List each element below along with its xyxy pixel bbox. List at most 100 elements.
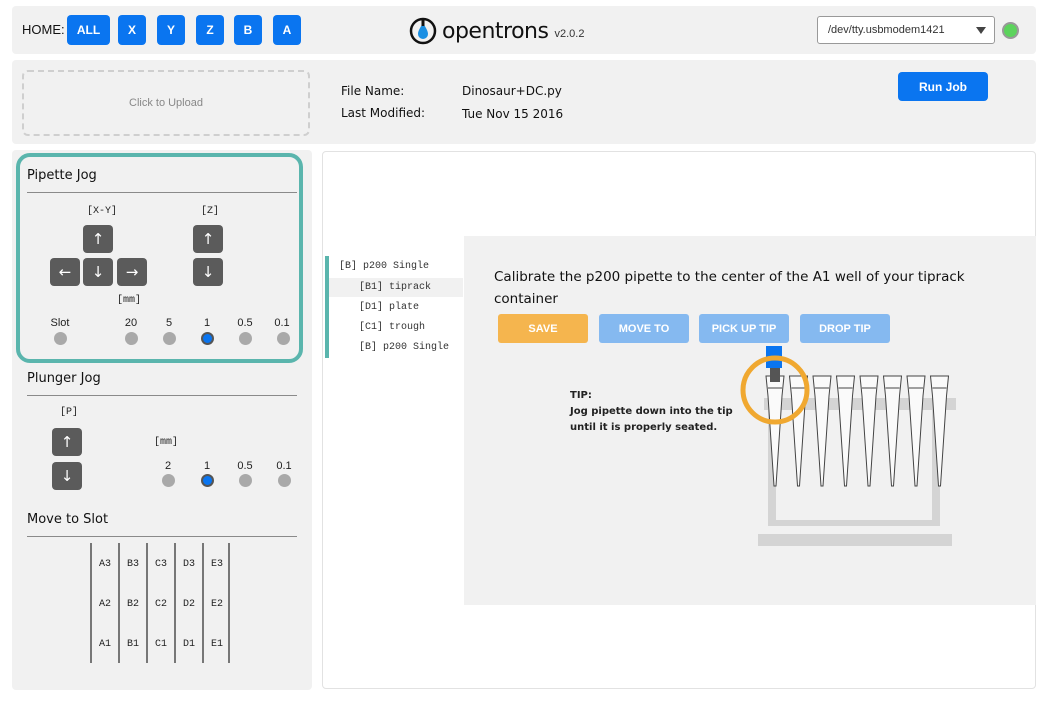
home-a-button[interactable]: A bbox=[273, 15, 301, 45]
jog-z-up-button[interactable]: ↑ bbox=[193, 225, 223, 253]
upload-label: Click to Upload bbox=[129, 97, 203, 109]
file-name-value: Dinosaur+DC.py bbox=[462, 84, 562, 98]
pipette-tip bbox=[882, 375, 903, 487]
nav-item-pipette[interactable]: [B] p200 Single bbox=[339, 261, 429, 272]
move-to-button[interactable]: MOVE TO bbox=[599, 314, 689, 343]
xy-label: [X-Y] bbox=[87, 206, 118, 217]
plunger-mm-label: [mm] bbox=[154, 437, 179, 448]
slot-b1[interactable]: B1 bbox=[120, 639, 146, 650]
home-all-button[interactable]: ALL bbox=[67, 15, 110, 45]
save-button[interactable]: SAVE bbox=[498, 314, 588, 343]
home-b-button[interactable]: B bbox=[234, 15, 262, 45]
jog-panel: Pipette Jog [X-Y] [Z] ↑ ← ↓ → ↑ ↓ [mm] S… bbox=[12, 150, 312, 690]
step-label-0.5: 0.5 bbox=[237, 317, 253, 329]
jog-y-up-button[interactable]: ↑ bbox=[83, 225, 113, 253]
port-select[interactable]: /dev/tty.usbmodem1421 bbox=[817, 16, 995, 44]
tiprack-base bbox=[758, 534, 952, 546]
calibration-instructions: Calibrate the p200 pipette to the center… bbox=[494, 269, 965, 307]
plunger-step-label-1: 1 bbox=[203, 460, 211, 472]
plunger-radio-2[interactable] bbox=[162, 474, 175, 487]
tips-row bbox=[765, 375, 950, 487]
divider bbox=[27, 192, 297, 193]
tip-line-2: until it is properly seated. bbox=[570, 422, 718, 433]
jog-x-right-button[interactable]: → bbox=[117, 258, 147, 286]
plunger-step-label-0.5: 0.5 bbox=[237, 460, 253, 472]
last-modified-label: Last Modified: bbox=[341, 106, 426, 120]
upload-bar: Click to Upload File Name: Dinosaur+DC.p… bbox=[12, 60, 1036, 144]
slot-a1[interactable]: A1 bbox=[92, 639, 118, 650]
slot-column-d: D3 D2 D1 bbox=[174, 543, 202, 663]
divider bbox=[27, 536, 297, 537]
tip-hint: TIP: Jog pipette down into the tip until… bbox=[570, 388, 733, 436]
plunger-step-label-0.1: 0.1 bbox=[276, 460, 292, 472]
slot-d2[interactable]: D2 bbox=[176, 599, 202, 610]
nav-indicator-bar bbox=[325, 256, 329, 358]
p-label: [P] bbox=[60, 407, 79, 418]
file-name-label: File Name: bbox=[341, 84, 405, 98]
step-radio-0.5[interactable] bbox=[239, 332, 252, 345]
home-label: HOME: bbox=[22, 22, 65, 37]
jog-z-down-button[interactable]: ↓ bbox=[193, 258, 223, 286]
slot-d3[interactable]: D3 bbox=[176, 559, 202, 570]
plunger-up-button[interactable]: ↑ bbox=[52, 428, 82, 456]
plunger-radio-0.5[interactable] bbox=[239, 474, 252, 487]
slot-step-label: Slot bbox=[50, 317, 70, 329]
step-radio-5[interactable] bbox=[163, 332, 176, 345]
opentrons-logo: opentrons v2.0.2 bbox=[408, 16, 584, 46]
slot-e2[interactable]: E2 bbox=[204, 599, 230, 610]
tip-line-1: Jog pipette down into the tip bbox=[570, 406, 733, 417]
tiprack-illustration bbox=[740, 346, 956, 546]
plunger-radio-1[interactable] bbox=[201, 474, 214, 487]
port-value: /dev/tty.usbmodem1421 bbox=[828, 24, 945, 36]
home-z-button[interactable]: Z bbox=[196, 15, 224, 45]
nav-item-trough[interactable]: [C1] trough bbox=[359, 322, 425, 333]
plunger-down-button[interactable]: ↓ bbox=[52, 462, 82, 490]
chevron-down-icon bbox=[976, 27, 986, 34]
slot-c1[interactable]: C1 bbox=[148, 639, 174, 650]
home-y-button[interactable]: Y bbox=[157, 15, 185, 45]
mm-label: [mm] bbox=[117, 295, 142, 306]
step-radio-1[interactable] bbox=[201, 332, 214, 345]
calibration-content: Calibrate the p200 pipette to the center… bbox=[464, 236, 1036, 605]
pipette-jog-title: Pipette Jog bbox=[27, 168, 97, 183]
slot-column-a: A3 A2 A1 bbox=[90, 543, 118, 663]
plunger-jog-title: Plunger Jog bbox=[27, 371, 101, 386]
slot-e1[interactable]: E1 bbox=[204, 639, 230, 650]
slot-column-c: C3 C2 C1 bbox=[146, 543, 174, 663]
step-label-20: 20 bbox=[124, 317, 138, 329]
slot-c2[interactable]: C2 bbox=[148, 599, 174, 610]
calibration-panel: [B] p200 Single [B1] tiprack [D1] plate … bbox=[322, 151, 1036, 689]
logo-drop-icon bbox=[409, 17, 437, 45]
nav-item-pipette-2[interactable]: [B] p200 Single bbox=[359, 342, 449, 353]
divider bbox=[27, 395, 297, 396]
slot-column-e: E3 E2 E1 bbox=[202, 543, 230, 663]
plunger-radio-0.1[interactable] bbox=[278, 474, 291, 487]
slot-a2[interactable]: A2 bbox=[92, 599, 118, 610]
nav-item-plate[interactable]: [D1] plate bbox=[359, 302, 419, 313]
nav-item-tiprack[interactable]: [B1] tiprack bbox=[359, 282, 431, 293]
slot-b2[interactable]: B2 bbox=[120, 599, 146, 610]
last-modified-value: Tue Nov 15 2016 bbox=[462, 107, 564, 121]
step-radio-0.1[interactable] bbox=[277, 332, 290, 345]
step-radio-20[interactable] bbox=[125, 332, 138, 345]
logo-text: opentrons bbox=[442, 18, 549, 44]
step-radio-slot[interactable] bbox=[54, 332, 67, 345]
move-to-slot-title: Move to Slot bbox=[27, 512, 109, 527]
drop-tip-button[interactable]: DROP TIP bbox=[800, 314, 890, 343]
slot-d1[interactable]: D1 bbox=[176, 639, 202, 650]
slot-c3[interactable]: C3 bbox=[148, 559, 174, 570]
jog-x-left-button[interactable]: ← bbox=[50, 258, 80, 286]
slot-e3[interactable]: E3 bbox=[204, 559, 230, 570]
connection-status-indicator bbox=[1002, 22, 1019, 39]
slot-a3[interactable]: A3 bbox=[92, 559, 118, 570]
step-label-1: 1 bbox=[203, 317, 211, 329]
upload-dropzone[interactable]: Click to Upload bbox=[22, 70, 310, 136]
home-x-button[interactable]: X bbox=[118, 15, 146, 45]
run-job-button[interactable]: Run Job bbox=[898, 72, 988, 101]
pipette-tip bbox=[812, 375, 832, 487]
tiprack-floor bbox=[768, 520, 940, 526]
jog-y-down-button[interactable]: ↓ bbox=[83, 258, 113, 286]
pipette-nozzle bbox=[770, 368, 780, 382]
slot-b3[interactable]: B3 bbox=[120, 559, 146, 570]
pick-up-tip-button[interactable]: PICK UP TIP bbox=[699, 314, 789, 343]
